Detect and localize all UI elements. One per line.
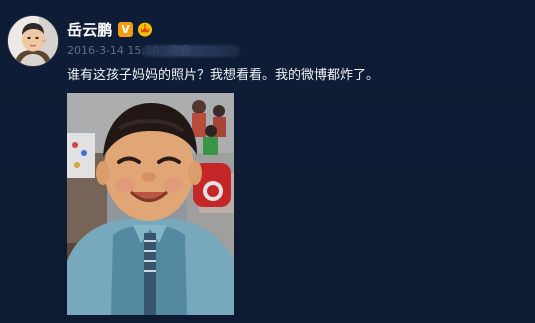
weibo-post-card: 岳云鹏 V 2016-3-14 15:50 来自 谁有这孩子妈妈的照片？我想看看… — [0, 0, 535, 323]
member-crown-icon[interactable] — [137, 21, 153, 37]
avatar-image — [8, 16, 58, 66]
author-name[interactable]: 岳云鹏 — [67, 21, 113, 39]
verified-v-icon[interactable]: V — [118, 22, 133, 37]
author-avatar[interactable] — [8, 16, 58, 66]
post-photo[interactable] — [67, 93, 234, 315]
post-text: 谁有这孩子妈妈的照片？我想看看。我的微博都炸了。 — [67, 68, 380, 83]
child-photo-image — [67, 93, 234, 315]
blurred-source-name — [142, 45, 240, 57]
